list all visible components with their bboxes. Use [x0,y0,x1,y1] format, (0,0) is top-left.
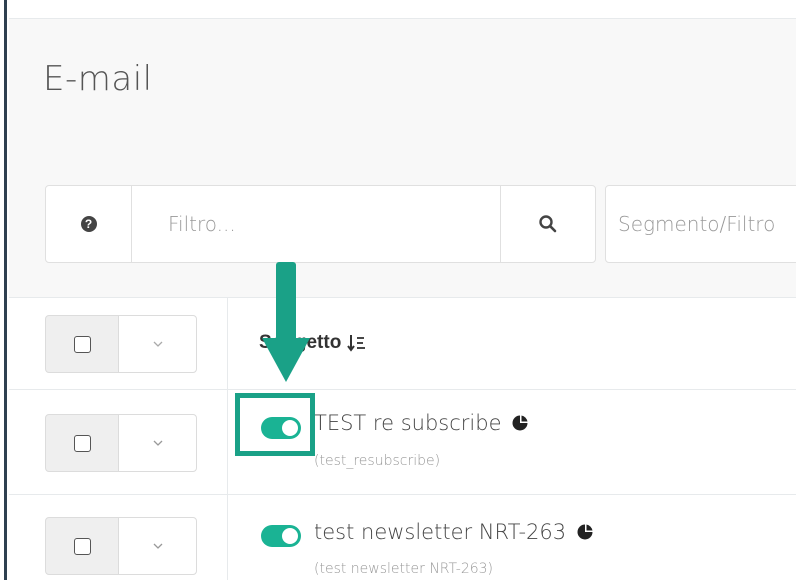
row-checkbox-cell[interactable] [45,517,119,575]
row-divider [9,389,796,390]
search-icon [539,215,557,233]
annotation-highlight-box [235,393,315,456]
column-divider [227,298,228,580]
help-button[interactable]: ? [45,185,132,263]
page-header: E-mail [9,18,796,153]
chevron-down-icon [153,440,162,446]
row-select-group [45,414,197,472]
email-title-row[interactable]: test newsletter NRT-263 [314,520,594,544]
email-table: Soggetto TEST re subscribe (test_resubsc… [9,298,796,580]
row-divider [9,494,796,495]
chevron-down-icon [153,543,162,549]
page-title: E-mail [43,59,153,99]
publish-toggle[interactable] [261,525,301,547]
pie-chart-icon[interactable] [576,523,594,541]
row-select-group [45,517,197,575]
chevron-down-icon [153,341,162,347]
select-all-group [45,315,197,373]
pie-chart-icon[interactable] [511,414,529,432]
sort-desc-icon [347,335,366,352]
segment-filter-input[interactable]: Segmento/Filtro [605,185,796,263]
annotation-arrow-icon [262,262,310,382]
row-checkbox-cell[interactable] [45,414,119,472]
row-actions-dropdown[interactable] [118,414,197,472]
email-title[interactable]: TEST re subscribe [314,411,501,435]
email-alias: (test newsletter NRT-263) [314,561,494,577]
search-button[interactable] [500,185,596,263]
email-title[interactable]: test newsletter NRT-263 [314,520,566,544]
email-title-row[interactable]: TEST re subscribe [314,411,529,435]
row-checkbox[interactable] [73,537,91,555]
select-all-checkbox[interactable] [73,335,91,353]
filter-toolbar: ? Filtro... Segmento/Filtro [9,152,796,298]
email-alias: (test_resubscribe) [314,453,441,469]
row-checkbox[interactable] [73,434,91,452]
row-actions-dropdown[interactable] [118,517,197,575]
left-sidebar-edge [0,0,8,580]
question-circle-icon: ? [80,216,97,232]
select-all-checkbox-cell[interactable] [45,315,119,373]
filter-input[interactable]: Filtro... [131,185,501,263]
bulk-actions-dropdown[interactable] [118,315,197,373]
